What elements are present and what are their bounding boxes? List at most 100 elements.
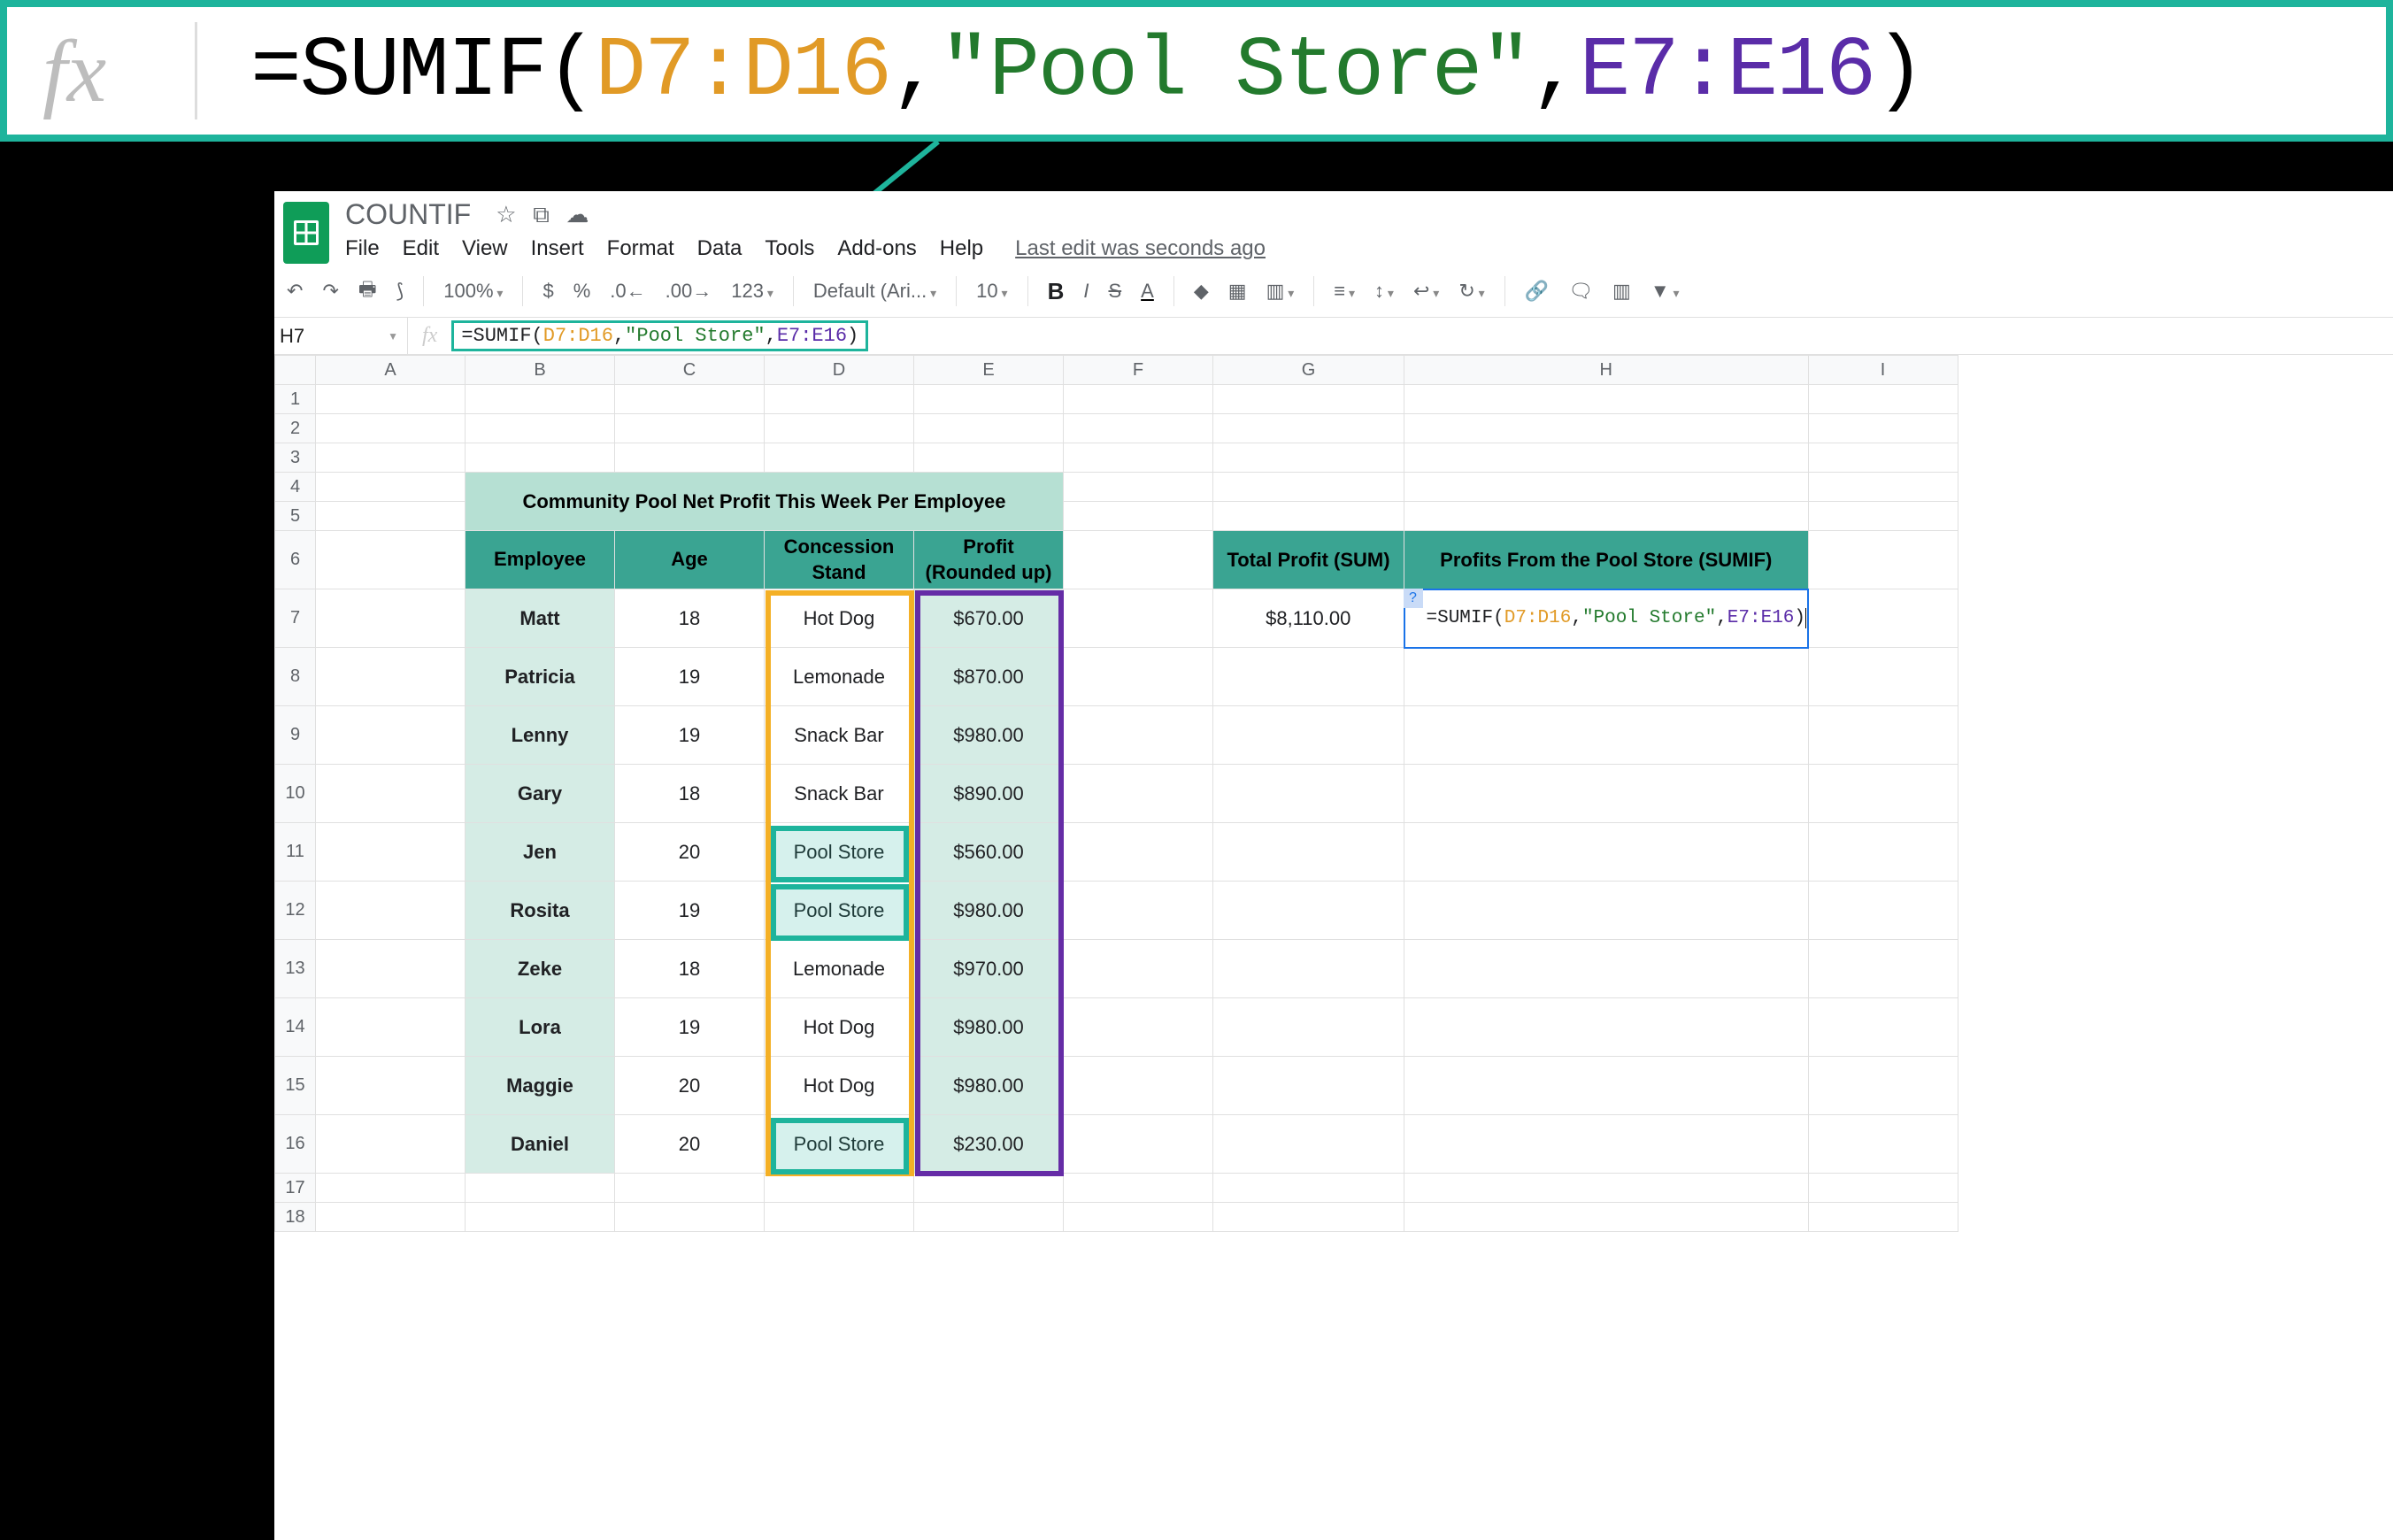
cell[interactable]: $980.00	[914, 998, 1064, 1057]
cell[interactable]: Snack Bar	[765, 706, 914, 765]
document-title[interactable]: COUNTIF	[345, 198, 471, 231]
sumif-header[interactable]: Profits From the Pool Store (SUMIF)	[1404, 531, 1809, 589]
sheet-area[interactable]: A B C D E F G H I 1 2 3 4 Community Pool…	[274, 355, 2393, 1540]
star-icon[interactable]: ☆	[496, 201, 516, 227]
bold-button[interactable]: B	[1044, 276, 1068, 307]
row-header[interactable]: 16	[275, 1115, 316, 1174]
cell[interactable]: Maggie	[466, 1057, 615, 1115]
currency-button[interactable]: $	[539, 278, 557, 304]
col-header-G[interactable]: G	[1213, 356, 1404, 385]
cell[interactable]: Daniel	[466, 1115, 615, 1174]
merge-button[interactable]: ▥	[1263, 278, 1298, 304]
cell[interactable]: Snack Bar	[765, 765, 914, 823]
cell[interactable]: 19	[615, 648, 765, 706]
cell[interactable]: $980.00	[914, 706, 1064, 765]
col-header-D[interactable]: D	[765, 356, 914, 385]
row-header[interactable]: 14	[275, 998, 316, 1057]
formula-input[interactable]: =SUMIF(D7:D16,"Pool Store",E7:E16)	[451, 320, 868, 351]
cell[interactable]: 18	[615, 589, 765, 648]
paint-format-button[interactable]: ⟆	[393, 278, 408, 304]
table-header-concession[interactable]: Concession Stand	[765, 531, 914, 589]
col-header-I[interactable]: I	[1808, 356, 1958, 385]
table-header-age[interactable]: Age	[615, 531, 765, 589]
cell[interactable]: 19	[615, 998, 765, 1057]
link-button[interactable]: 🔗	[1521, 278, 1552, 304]
row-header[interactable]: 4	[275, 473, 316, 502]
formula-help-icon[interactable]: ?	[1404, 589, 1423, 608]
cell[interactable]: $870.00	[914, 648, 1064, 706]
col-header-A[interactable]: A	[316, 356, 466, 385]
name-box[interactable]: H7 ▼	[274, 325, 407, 348]
menu-addons[interactable]: Add-ons	[837, 236, 916, 261]
menu-view[interactable]: View	[462, 236, 508, 261]
col-header-B[interactable]: B	[466, 356, 615, 385]
percent-button[interactable]: %	[570, 278, 595, 304]
col-header-H[interactable]: H	[1404, 356, 1809, 385]
fill-color-button[interactable]: ◆	[1190, 278, 1212, 304]
redo-button[interactable]: ↷	[319, 278, 342, 304]
menu-file[interactable]: File	[345, 236, 380, 261]
cell[interactable]: $560.00	[914, 823, 1064, 882]
cell[interactable]: $980.00	[914, 882, 1064, 940]
cell[interactable]: $230.00	[914, 1115, 1064, 1174]
cell[interactable]: 18	[615, 765, 765, 823]
row-header[interactable]: 11	[275, 823, 316, 882]
cell[interactable]: Pool Store	[765, 823, 914, 882]
italic-button[interactable]: I	[1080, 278, 1092, 304]
cell[interactable]: $890.00	[914, 765, 1064, 823]
wrap-button[interactable]: ↩	[1410, 278, 1443, 304]
row-header[interactable]: 9	[275, 706, 316, 765]
cell[interactable]: Lora	[466, 998, 615, 1057]
col-header-F[interactable]: F	[1064, 356, 1213, 385]
menu-tools[interactable]: Tools	[765, 236, 814, 261]
cell[interactable]: Lenny	[466, 706, 615, 765]
table-header-profit[interactable]: Profit (Rounded up)	[914, 531, 1064, 589]
menu-format[interactable]: Format	[607, 236, 674, 261]
borders-button[interactable]: ▦	[1225, 278, 1250, 304]
halign-button[interactable]: ≡	[1330, 278, 1358, 304]
select-all-corner[interactable]	[275, 356, 316, 385]
cell[interactable]: Pool Store	[765, 882, 914, 940]
sum-value[interactable]: $8,110.00	[1213, 589, 1404, 648]
last-edit-link[interactable]: Last edit was seconds ago	[1015, 236, 1266, 261]
menu-help[interactable]: Help	[940, 236, 983, 261]
row-header[interactable]: 17	[275, 1174, 316, 1203]
cell[interactable]: $980.00	[914, 1057, 1064, 1115]
row-header[interactable]: 10	[275, 765, 316, 823]
move-icon[interactable]: ⧉	[533, 201, 550, 227]
strike-button[interactable]: S	[1104, 278, 1125, 304]
zoom-dropdown[interactable]: 100%	[440, 278, 506, 304]
comment-button[interactable]: 🗨	[1565, 278, 1597, 304]
col-header-C[interactable]: C	[615, 356, 765, 385]
cell[interactable]: Matt	[466, 589, 615, 648]
cell[interactable]: Hot Dog	[765, 998, 914, 1057]
sheets-icon[interactable]	[283, 202, 329, 264]
cell[interactable]: Jen	[466, 823, 615, 882]
cell[interactable]: 20	[615, 1115, 765, 1174]
row-header[interactable]: 1	[275, 385, 316, 414]
cell[interactable]: 18	[615, 940, 765, 998]
menu-edit[interactable]: Edit	[403, 236, 439, 261]
table-header-employee[interactable]: Employee	[466, 531, 615, 589]
text-color-button[interactable]: A	[1137, 278, 1158, 304]
cell[interactable]: Patricia	[466, 648, 615, 706]
undo-button[interactable]: ↶	[283, 278, 306, 304]
chart-button[interactable]: ▥	[1609, 278, 1635, 304]
row-header[interactable]: 2	[275, 414, 316, 443]
sum-header[interactable]: Total Profit (SUM)	[1213, 531, 1404, 589]
row-header[interactable]: 7	[275, 589, 316, 648]
rotate-button[interactable]: ↻	[1455, 278, 1488, 304]
cell[interactable]: Lemonade	[765, 940, 914, 998]
menu-insert[interactable]: Insert	[531, 236, 584, 261]
row-header[interactable]: 3	[275, 443, 316, 473]
row-header[interactable]: 6	[275, 531, 316, 589]
cell[interactable]: 20	[615, 823, 765, 882]
cell[interactable]: Lemonade	[765, 648, 914, 706]
cell[interactable]: Hot Dog	[765, 1057, 914, 1115]
row-header[interactable]: 13	[275, 940, 316, 998]
increase-decimal-button[interactable]: .00→	[662, 278, 716, 304]
cell[interactable]: Gary	[466, 765, 615, 823]
font-size-dropdown[interactable]: 10	[973, 278, 1011, 304]
spreadsheet-grid[interactable]: A B C D E F G H I 1 2 3 4 Community Pool…	[274, 355, 1958, 1232]
cloud-icon[interactable]: ☁	[566, 201, 589, 227]
